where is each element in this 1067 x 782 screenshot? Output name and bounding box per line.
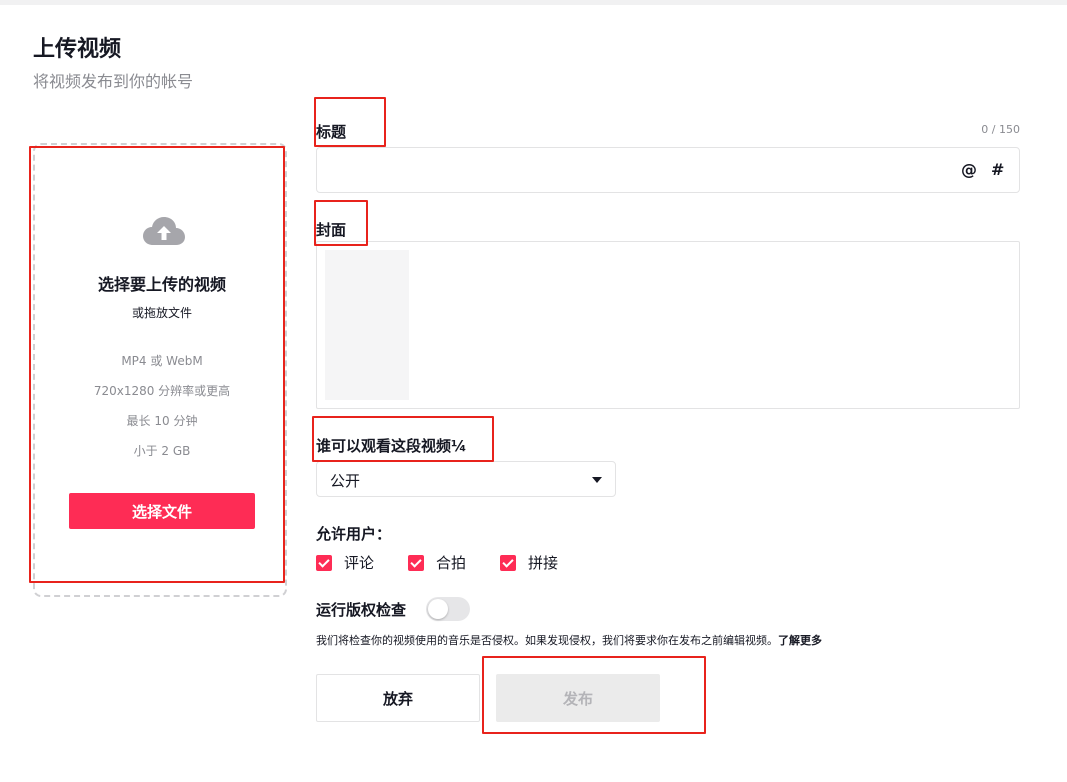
requirement-format: MP4 或 WebM (121, 354, 203, 368)
privacy-label: 谁可以观看这段视频¼ (316, 437, 467, 455)
checkbox-checked-icon[interactable] (316, 554, 332, 571)
cloud-upload-icon (143, 217, 185, 245)
copyright-description: 我们将检查你的视频使用的音乐是否侵权。如果发现侵权，我们将要求你在发布之前编辑视… (316, 632, 822, 648)
copyright-check-label: 运行版权检查 (316, 601, 407, 619)
checkbox-stitch[interactable]: 拼接 (500, 552, 558, 573)
cover-label: 封面 (316, 221, 347, 239)
top-bar (0, 0, 1067, 5)
checkbox-checked-icon[interactable] (500, 554, 516, 571)
checkbox-label: 合拍 (436, 554, 467, 572)
select-file-button[interactable]: 选择文件 (69, 493, 255, 529)
requirement-duration: 最长 10 分钟 (126, 414, 198, 428)
cover-thumbnail[interactable] (325, 250, 409, 400)
discard-button[interactable]: 放弃 (316, 674, 480, 722)
upload-title: 选择要上传的视频 (97, 275, 226, 294)
checkbox-checked-icon[interactable] (408, 554, 424, 571)
title-input[interactable]: @ # (316, 147, 1020, 193)
cover-selector[interactable] (316, 241, 1020, 409)
privacy-select[interactable]: 公开 (316, 461, 616, 497)
checkbox-label: 评论 (344, 554, 375, 572)
copyright-description-text: 我们将检查你的视频使用的音乐是否侵权。如果发现侵权，我们将要求你在发布之前编辑视… (316, 634, 778, 647)
hashtag-icon[interactable]: # (991, 160, 1004, 179)
publish-button[interactable]: 发布 (496, 674, 660, 722)
copyright-toggle[interactable] (426, 597, 470, 621)
title-label: 标题 (316, 123, 347, 141)
requirement-size: 小于 2 GB (133, 444, 191, 458)
page-title: 上传视频 (33, 37, 122, 62)
page-subtitle: 将视频发布到你的帐号 (33, 72, 194, 91)
checkbox-label: 拼接 (528, 554, 559, 572)
requirement-resolution: 720x1280 分辨率或更高 (93, 384, 231, 398)
toggle-knob (428, 599, 448, 619)
upload-subtitle: 或拖放文件 (131, 306, 192, 320)
checkbox-duet[interactable]: 合拍 (408, 552, 466, 573)
checkbox-comment[interactable]: 评论 (316, 552, 374, 573)
caret-down-icon (592, 477, 602, 483)
upload-dropzone[interactable]: 选择要上传的视频 或拖放文件 MP4 或 WebM 720x1280 分辨率或更… (33, 143, 287, 597)
mention-icon[interactable]: @ (961, 160, 977, 179)
learn-more-link[interactable]: 了解更多 (778, 634, 822, 647)
char-count: 0 / 150 (981, 123, 1020, 136)
allow-users-label: 允许用户： (316, 525, 392, 543)
privacy-value: 公开 (330, 472, 361, 490)
